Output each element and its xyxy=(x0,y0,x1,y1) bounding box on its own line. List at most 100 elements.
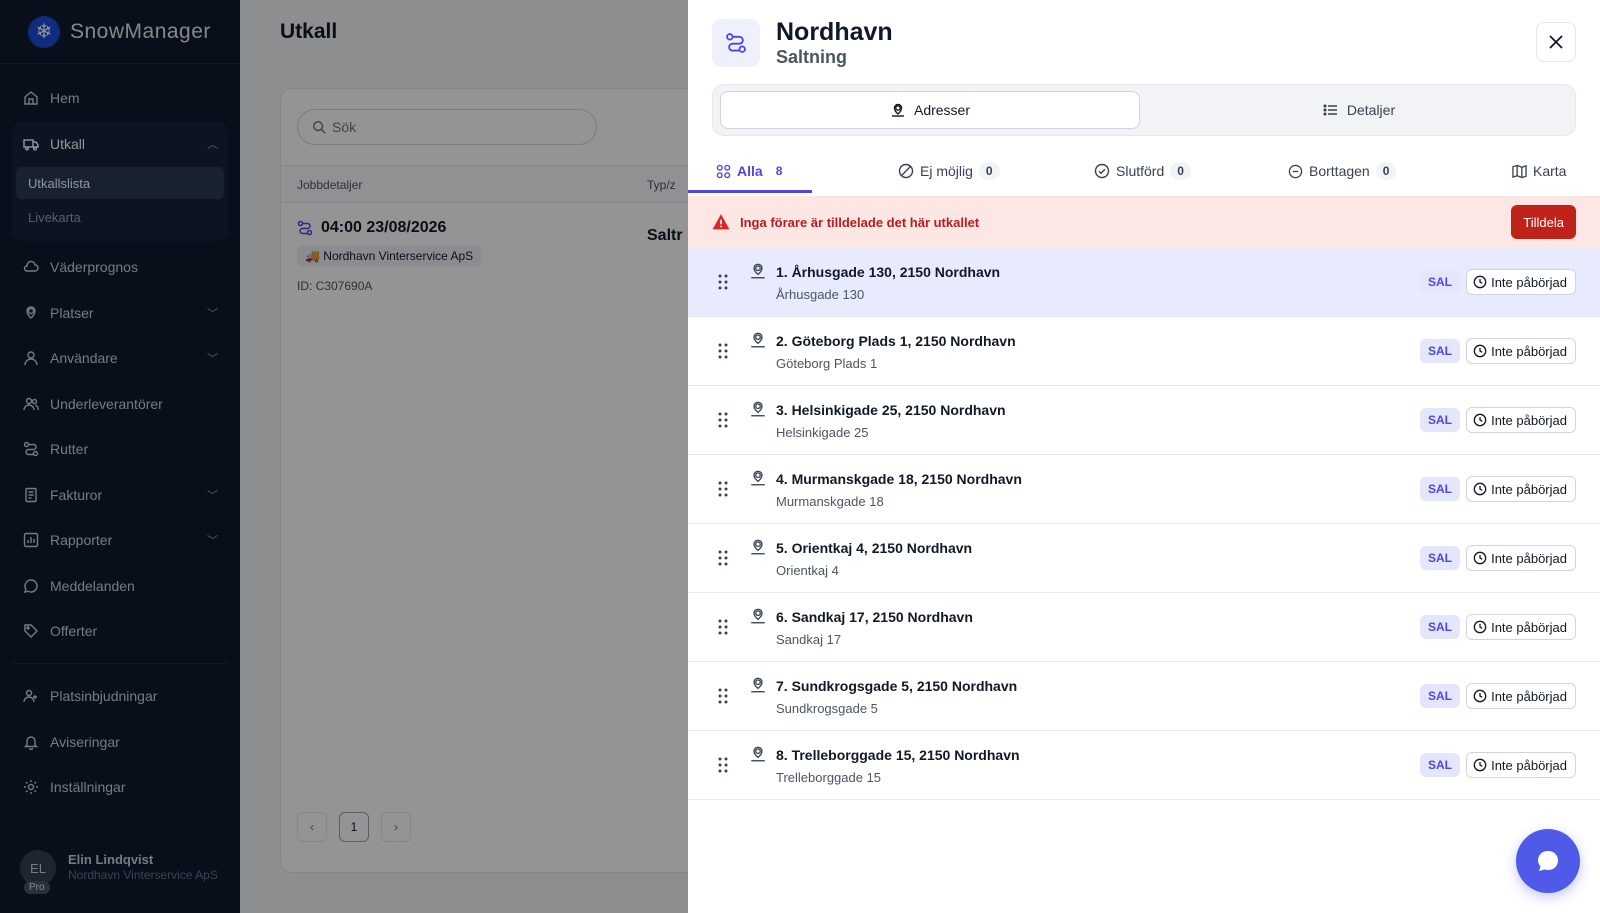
minus-circle-icon xyxy=(1288,164,1303,179)
map-pin-icon xyxy=(749,538,767,561)
service-badge: SAL xyxy=(1420,339,1460,363)
tab-alla[interactable]: Alla 8 xyxy=(716,148,789,194)
tab-ej-mojlig[interactable]: Ej möjlig 0 xyxy=(898,148,1000,194)
service-badge: SAL xyxy=(1420,753,1460,777)
address-title: 4. Murmanskgade 18, 2150 Nordhavn xyxy=(776,471,1022,487)
clock-icon xyxy=(1473,551,1487,565)
modal-backdrop[interactable] xyxy=(0,0,688,913)
map-pin-icon xyxy=(749,607,767,630)
status-badge: Inte påbörjad xyxy=(1466,614,1576,640)
clock-icon xyxy=(1473,758,1487,772)
tab-label: Alla xyxy=(737,163,763,179)
tab-label: Adresser xyxy=(913,102,971,118)
tab-count: 0 xyxy=(978,162,1000,180)
address-title: 1. Århusgade 130, 2150 Nordhavn xyxy=(776,264,1001,280)
drag-handle-icon[interactable] xyxy=(718,550,728,566)
close-icon xyxy=(1548,34,1564,50)
address-street: Sandkaj 17 xyxy=(776,632,842,647)
tab-label: Borttagen xyxy=(1309,163,1370,179)
tab-borttagen[interactable]: Borttagen 0 xyxy=(1288,148,1397,194)
tab-label: Ej möjlig xyxy=(920,163,973,179)
map-pin-icon xyxy=(890,102,906,118)
drawer-title: Nordhavn xyxy=(776,18,893,46)
service-badge: SAL xyxy=(1420,270,1460,294)
map-pin-icon xyxy=(749,331,767,354)
address-row[interactable]: 6. Sandkaj 17, 2150 Nordhavn Sandkaj 17 SA… xyxy=(688,593,1600,662)
status-text: Inte påbörjad xyxy=(1491,274,1567,290)
map-pin-icon xyxy=(749,262,767,285)
address-row[interactable]: 1. Århusgade 130, 2150 Nordhavn Århusgade… xyxy=(688,248,1600,317)
address-street: Trelleborggade 15 xyxy=(776,770,882,785)
address-street: Helsinkigade 25 xyxy=(776,425,869,440)
assign-button[interactable]: Tilldela xyxy=(1511,205,1576,239)
status-text: Inte påbörjad xyxy=(1491,619,1567,635)
address-list: 1. Århusgade 130, 2150 Nordhavn Århusgade… xyxy=(688,248,1600,800)
map-icon xyxy=(1512,164,1527,179)
address-row[interactable]: 4. Murmanskgade 18, 2150 Nordhavn Murmans… xyxy=(688,455,1600,524)
address-row[interactable]: 8. Trelleborggade 15, 2150 Nordhavn Trell… xyxy=(688,731,1600,800)
close-button[interactable] xyxy=(1536,22,1576,62)
clock-icon xyxy=(1473,689,1487,703)
address-row[interactable]: 7. Sundkrogsgade 5, 2150 Nordhavn Sundkro… xyxy=(688,662,1600,731)
ban-icon xyxy=(898,163,914,179)
status-text: Inte påbörjad xyxy=(1491,481,1567,497)
status-text: Inte påbörjad xyxy=(1491,550,1567,566)
drag-handle-icon[interactable] xyxy=(718,481,728,497)
service-badge: SAL xyxy=(1420,477,1460,501)
tab-adresser[interactable]: Adresser xyxy=(720,91,1140,129)
drag-handle-icon[interactable] xyxy=(718,619,728,635)
tab-count: 8 xyxy=(775,164,783,178)
address-title: 7. Sundkrogsgade 5, 2150 Nordhavn xyxy=(776,678,1018,694)
tab-label: Slutförd xyxy=(1116,163,1165,179)
drag-handle-icon[interactable] xyxy=(718,274,728,290)
tab-detaljer[interactable]: Detaljer xyxy=(1149,91,1569,129)
drag-handle-icon[interactable] xyxy=(718,343,728,359)
check-circle-icon xyxy=(1094,163,1110,179)
tab-count: 0 xyxy=(1170,162,1191,180)
status-text: Inte påbörjad xyxy=(1491,412,1567,428)
alert-banner: Inga förare är tilldelade det här utkall… xyxy=(688,196,1600,248)
status-tabs: Alla 8 Ej möjlig 0 Slutförd 0 Borttagen … xyxy=(688,148,1600,194)
map-pin-icon xyxy=(749,745,767,768)
list-icon xyxy=(1323,102,1339,118)
address-title: 6. Sandkaj 17, 2150 Nordhavn xyxy=(776,609,973,625)
address-row[interactable]: 5. Orientkaj 4, 2150 Nordhavn Orientkaj 4… xyxy=(688,524,1600,593)
tab-slutford[interactable]: Slutförd 0 xyxy=(1094,148,1191,194)
map-pin-icon xyxy=(749,469,767,492)
route-icon xyxy=(712,19,760,67)
drag-handle-icon[interactable] xyxy=(718,757,728,773)
tab-karta[interactable]: Karta xyxy=(1512,148,1566,194)
status-badge: Inte påbörjad xyxy=(1466,338,1576,364)
drag-handle-icon[interactable] xyxy=(718,688,728,704)
tab-label: Karta xyxy=(1533,163,1567,179)
alert-text: Inga förare är tilldelade det här utkall… xyxy=(740,214,980,230)
tab-label: Detaljer xyxy=(1346,102,1396,118)
status-badge: Inte påbörjad xyxy=(1466,683,1576,709)
status-badge: Inte påbörjad xyxy=(1466,269,1576,295)
tab-count: 0 xyxy=(1375,162,1397,180)
drag-handle-icon[interactable] xyxy=(718,412,728,428)
status-badge: Inte påbörjad xyxy=(1466,545,1576,571)
address-title: 3. Helsinkigade 25, 2150 Nordhavn xyxy=(776,402,1006,418)
drawer-subtitle: Saltning xyxy=(776,47,847,67)
view-toggle: Adresser Detaljer xyxy=(712,84,1576,136)
address-row[interactable]: 3. Helsinkigade 25, 2150 Nordhavn Helsink… xyxy=(688,386,1600,455)
address-street: Sundkrogsgade 5 xyxy=(776,701,878,716)
chat-button[interactable] xyxy=(1516,829,1580,893)
clock-icon xyxy=(1473,620,1487,634)
map-pin-icon xyxy=(749,400,767,423)
drawer-header: Nordhavn Saltning xyxy=(712,18,893,68)
address-title: 2. Göteborg Plads 1, 2150 Nordhavn xyxy=(776,333,1016,349)
address-street: Århusgade 130 xyxy=(776,287,865,302)
status-text: Inte påbörjad xyxy=(1491,757,1567,773)
status-badge: Inte påbörjad xyxy=(1466,407,1576,433)
status-text: Inte påbörjad xyxy=(1491,688,1567,704)
clock-icon xyxy=(1473,344,1487,358)
chat-bubble-icon xyxy=(1535,848,1561,874)
map-pin-icon xyxy=(749,676,767,699)
address-row[interactable]: 2. Göteborg Plads 1, 2150 Nordhavn Götebo… xyxy=(688,317,1600,386)
clock-icon xyxy=(1473,413,1487,427)
service-badge: SAL xyxy=(1420,684,1460,708)
address-title: 8. Trelleborggade 15, 2150 Nordhavn xyxy=(776,747,1020,763)
callout-drawer: Nordhavn Saltning Adresser Detaljer Alla… xyxy=(688,0,1600,913)
